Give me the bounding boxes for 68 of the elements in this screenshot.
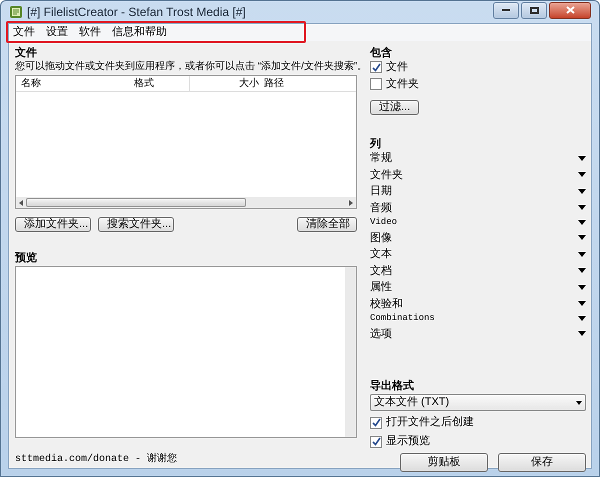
checkmark-icon bbox=[372, 418, 380, 427]
menu-item[interactable]: 设置 bbox=[46, 24, 68, 41]
checkbox-label: 打开文件之后创建 bbox=[386, 414, 474, 430]
checkmark-icon bbox=[372, 62, 380, 72]
section-heading: 列 bbox=[370, 137, 382, 150]
column-header[interactable]: 路径 bbox=[263, 76, 284, 91]
dropdown-arrow-icon bbox=[578, 235, 586, 240]
menu-item[interactable]: 软件 bbox=[79, 24, 101, 41]
button[interactable]: 保存 bbox=[498, 453, 586, 472]
file-list[interactable]: 名称 格式 大小 路径 bbox=[15, 75, 357, 209]
dropdown-arrow-icon bbox=[578, 156, 586, 161]
dropdown-arrow-icon bbox=[578, 252, 586, 257]
vertical-scrollbar[interactable] bbox=[345, 267, 356, 437]
checkbox-label: 文件夹 bbox=[386, 76, 419, 92]
button[interactable]: 添加文件夹... bbox=[15, 217, 91, 232]
section-heading: 包含 bbox=[370, 46, 393, 59]
dropdown-arrow-icon bbox=[578, 316, 586, 322]
dropdown-arrow-icon bbox=[578, 284, 586, 290]
menu-item[interactable]: 文件 bbox=[13, 24, 35, 41]
close-icon bbox=[566, 6, 574, 14]
column-group[interactable]: 选项 bbox=[370, 326, 586, 342]
column-group[interactable]: 图像 bbox=[370, 230, 586, 246]
column-group[interactable]: 属性 bbox=[370, 279, 586, 296]
column-header[interactable]: 名称 bbox=[16, 76, 128, 91]
section-heading: 文件 bbox=[15, 46, 38, 59]
donate-link[interactable]: sttmedia.com/donate - 谢谢您 bbox=[15, 452, 357, 467]
dropdown-arrow-icon bbox=[578, 205, 586, 210]
column-group[interactable]: 日期 bbox=[370, 183, 586, 200]
dropdown-arrow-icon bbox=[578, 220, 586, 226]
scroll-left-icon[interactable] bbox=[19, 200, 23, 206]
checkbox[interactable] bbox=[370, 78, 382, 90]
column-group[interactable]: 文档 bbox=[370, 262, 586, 279]
column-group[interactable]: 常规 bbox=[370, 150, 586, 166]
column-header[interactable]: 大小 bbox=[190, 76, 263, 91]
checkbox[interactable] bbox=[370, 436, 382, 448]
app-icon bbox=[9, 5, 23, 19]
dropdown-arrow-icon bbox=[578, 331, 586, 336]
window-title: [#] FilelistCreator - Stefan Trost Media [#] bbox=[27, 4, 246, 21]
checkbox-label: 显示预览 bbox=[386, 434, 430, 450]
button[interactable]: 搜索文件夹... bbox=[98, 217, 174, 232]
format-dropdown[interactable]: 文本文件 (TXT) bbox=[370, 394, 586, 411]
horizontal-scrollbar[interactable] bbox=[16, 197, 356, 208]
button[interactable]: 剪贴板 bbox=[400, 453, 488, 472]
dropdown-arrow-icon bbox=[578, 188, 586, 194]
button[interactable]: 过滤... bbox=[370, 100, 419, 115]
close-button[interactable] bbox=[549, 2, 591, 18]
dropdown-arrow-icon bbox=[578, 301, 586, 306]
minimize-button[interactable] bbox=[493, 2, 519, 18]
column-group[interactable]: 文本 bbox=[370, 246, 586, 262]
column-group[interactable]: Combinations bbox=[370, 312, 586, 326]
checkbox[interactable] bbox=[370, 416, 382, 428]
column-group[interactable]: 音频 bbox=[370, 200, 586, 216]
dropdown-arrow-icon bbox=[576, 400, 582, 404]
checkbox-label: 文件 bbox=[386, 60, 408, 75]
checkbox[interactable] bbox=[370, 61, 382, 74]
dropdown-arrow-icon bbox=[578, 268, 586, 274]
column-group[interactable]: 校验和 bbox=[370, 296, 586, 312]
section-heading: 导出格式 bbox=[370, 378, 415, 392]
button[interactable]: 清除全部 bbox=[297, 217, 357, 232]
menu-item[interactable]: 信息和帮助 bbox=[112, 24, 167, 41]
column-group[interactable]: 文件夹 bbox=[370, 166, 586, 183]
maximize-button[interactable] bbox=[521, 2, 547, 18]
scroll-right-icon[interactable] bbox=[349, 200, 353, 206]
column-header[interactable]: 格式 bbox=[128, 76, 190, 91]
checkmark-icon bbox=[372, 437, 380, 446]
section-heading: 预览 bbox=[15, 250, 38, 264]
column-group[interactable]: Video bbox=[370, 216, 586, 230]
dropdown-arrow-icon bbox=[578, 172, 586, 178]
